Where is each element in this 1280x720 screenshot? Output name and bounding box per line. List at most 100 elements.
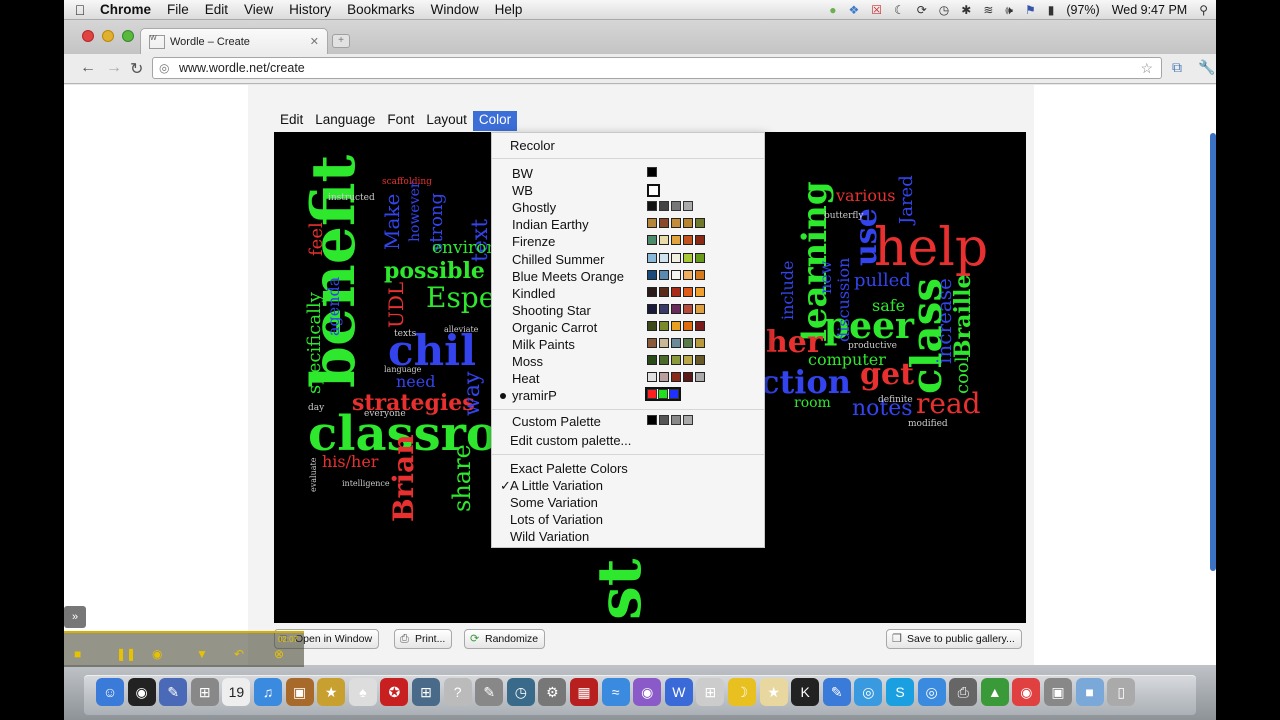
palette-item-wb[interactable]: WB <box>492 182 764 199</box>
grid-app-icon[interactable]: ⊞ <box>696 678 725 706</box>
menu-item-custom-palette[interactable]: Custom Palette <box>492 413 764 430</box>
wordle-menu-font[interactable]: Font <box>381 111 420 131</box>
video-clip-icon[interactable]: ■ <box>74 647 81 661</box>
scrollbar[interactable] <box>1210 133 1216 571</box>
print-button[interactable]: ⎙ Print... <box>394 629 453 649</box>
variation-item-lots-of-variation[interactable]: Lots of Variation <box>492 511 764 528</box>
palette-item-shooting-star[interactable]: Shooting Star <box>492 302 764 319</box>
video-undo-icon[interactable]: ↶ <box>234 647 244 661</box>
evernote-icon[interactable]: ● <box>829 3 836 17</box>
book-icon[interactable]: ▦ <box>570 678 598 706</box>
word-icon[interactable]: W <box>664 678 693 706</box>
photos-icon[interactable]: ▣ <box>285 678 314 706</box>
bookmark-star-icon[interactable]: ☆ <box>1140 58 1153 78</box>
wrench-icon[interactable]: 🔧 <box>1198 59 1215 76</box>
new-tab-button[interactable]: + <box>332 34 350 48</box>
menu-edit[interactable]: Edit <box>197 2 236 17</box>
tree-icon[interactable]: ▲ <box>980 678 1009 706</box>
time-machine-icon[interactable]: ◷ <box>939 3 949 17</box>
wordle-menu-color[interactable]: Color <box>472 111 518 131</box>
video-mic-icon[interactable]: ▼ <box>196 647 208 661</box>
dashboard-icon[interactable]: ◉ <box>127 678 156 706</box>
paint-icon[interactable]: ★ <box>759 678 788 706</box>
wordle-menu-edit[interactable]: Edit <box>274 111 309 131</box>
bluetooth-icon[interactable]: ✱ <box>961 3 971 17</box>
wifi-icon[interactable]: ≋ <box>983 3 993 17</box>
apple-menu-icon[interactable]:  <box>64 2 96 18</box>
menu-help[interactable]: Help <box>487 2 531 17</box>
palette-item-heat[interactable]: Heat <box>492 370 764 387</box>
wordle-menu-language[interactable]: Language <box>309 111 381 131</box>
back-arrow-icon[interactable]: ← <box>80 59 96 77</box>
variation-item-exact-palette-colors[interactable]: Exact Palette Colors <box>492 460 764 477</box>
print-queue-icon[interactable]: ⎙ <box>949 678 978 706</box>
safari-icon[interactable]: ◎ <box>854 678 883 706</box>
close-tab-icon[interactable]: ✕ <box>310 35 319 48</box>
wave-icon[interactable]: ≈ <box>601 678 630 706</box>
network-icon[interactable]: ◎ <box>917 678 946 706</box>
skype-icon[interactable]: S <box>886 678 914 706</box>
palette-item-organic-carrot[interactable]: Organic Carrot <box>492 319 764 336</box>
clock[interactable]: Wed 9:47 PM <box>1112 3 1188 17</box>
notepad-icon[interactable]: ✎ <box>822 678 851 706</box>
palette-item-firenze[interactable]: Firenze <box>492 233 764 250</box>
itunes-icon[interactable]: ♫ <box>254 678 282 706</box>
menu-bookmarks[interactable]: Bookmarks <box>339 2 423 17</box>
randomize-button[interactable]: ⟳ Randomize <box>464 629 546 649</box>
minimize-window-button[interactable] <box>102 30 114 42</box>
menu-window[interactable]: Window <box>423 2 487 17</box>
banana-icon[interactable]: ☽ <box>728 678 756 706</box>
tab-wordle-create[interactable]: W Wordle – Create ✕ <box>140 28 328 54</box>
moon-icon[interactable]: ☾ <box>894 3 905 17</box>
palette-item-bw[interactable]: BW <box>492 165 764 182</box>
preview-icon[interactable]: ✎ <box>159 678 188 706</box>
forward-arrow-icon[interactable]: → <box>106 59 122 77</box>
variation-item-wild-variation[interactable]: Wild Variation <box>492 528 764 545</box>
palette-item-chilled-summer[interactable]: Chilled Summer <box>492 251 764 268</box>
save-to-gallery-button[interactable]: ❐ Save to public gallery... <box>886 629 1022 649</box>
palette-item-ghostly[interactable]: Ghostly <box>492 199 764 216</box>
kindle-icon[interactable]: K <box>791 678 820 706</box>
menu-item-recolor[interactable]: Recolor <box>492 137 764 154</box>
close-box-icon[interactable]: ☒ <box>871 3 882 17</box>
extension-icon[interactable]: ⧉ <box>1172 59 1182 76</box>
variation-item-some-variation[interactable]: Some Variation <box>492 494 764 511</box>
windows-icon[interactable]: ⊞ <box>412 678 440 706</box>
palette-item-kindled[interactable]: Kindled <box>492 285 764 302</box>
video-pause-icon[interactable]: ❚❚ <box>116 647 136 661</box>
palette-item-milk-paints[interactable]: Milk Paints <box>492 336 764 353</box>
palette-item-moss[interactable]: Moss <box>492 353 764 370</box>
palette-item-blue-meets-orange[interactable]: Blue Meets Orange <box>492 268 764 285</box>
folder-icon[interactable]: ■ <box>1075 678 1104 706</box>
battery-icon[interactable]: ▮ <box>1048 3 1055 17</box>
dropbox-icon[interactable]: ❖ <box>848 3 859 17</box>
solitaire-icon[interactable]: ♠ <box>348 678 377 706</box>
address-bar[interactable]: ◎ www.wordle.net/create ☆ <box>152 57 1162 79</box>
menu-view[interactable]: View <box>236 2 281 17</box>
star-app-icon[interactable]: ★ <box>317 678 346 706</box>
chrome-icon[interactable]: ◉ <box>1012 678 1041 706</box>
sync-icon[interactable]: ⟳ <box>917 3 927 17</box>
expand-panel-icon[interactable]: » <box>64 606 86 628</box>
video-camera-icon[interactable]: ◉ <box>152 647 162 661</box>
volume-icon[interactable]: 🕪 <box>1005 3 1013 18</box>
time-machine-icon[interactable]: ◷ <box>506 678 535 706</box>
palette-item-indian-earthy[interactable]: Indian Earthy <box>492 216 764 233</box>
wordle-menu-layout[interactable]: Layout <box>420 111 473 131</box>
close-window-button[interactable] <box>82 30 94 42</box>
flag-icon[interactable]: ⚑ <box>1025 3 1036 17</box>
preview-photo-icon[interactable]: ▣ <box>1044 678 1072 706</box>
zoom-window-button[interactable] <box>122 30 134 42</box>
spotlight-search-icon[interactable]: ⚲ <box>1199 3 1208 17</box>
help-icon[interactable]: ? <box>443 678 472 706</box>
finder-icon[interactable]: ☺ <box>96 678 124 706</box>
calculator-icon[interactable]: ⊞ <box>190 678 219 706</box>
app-menu-chrome[interactable]: Chrome <box>96 2 159 17</box>
menu-item-edit-custom-palette[interactable]: Edit custom palette... <box>492 432 764 449</box>
script-icon[interactable]: ✎ <box>475 678 504 706</box>
menu-history[interactable]: History <box>281 2 339 17</box>
trash-icon[interactable]: ▯ <box>1107 678 1136 706</box>
menu-file[interactable]: File <box>159 2 197 17</box>
calendar-icon[interactable]: 19 <box>222 678 251 706</box>
spiral-icon[interactable]: ◉ <box>633 678 662 706</box>
